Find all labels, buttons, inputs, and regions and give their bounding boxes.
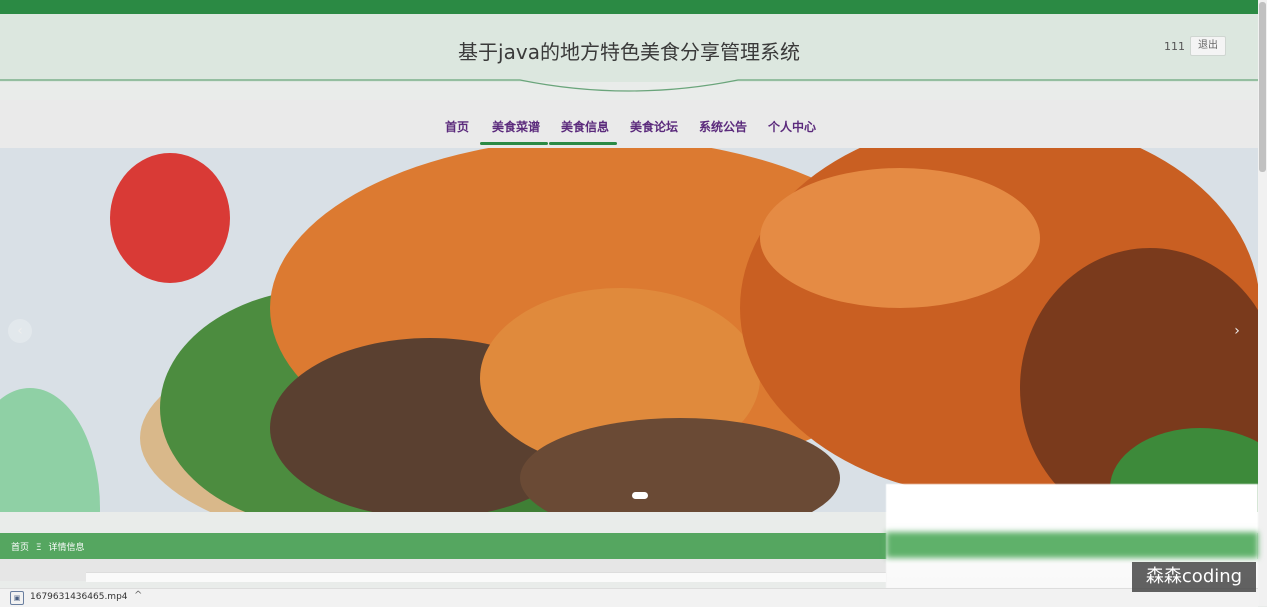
- nav-item-recipes[interactable]: 美食菜谱: [492, 118, 540, 135]
- header-wave-decoration: [0, 79, 1258, 92]
- carousel-prev-button[interactable]: ‹: [8, 319, 32, 343]
- video-file-icon: ▣: [10, 591, 24, 605]
- download-bar: ▣ 1679631436465.mp4 ^: [0, 588, 1258, 607]
- content-panel: [86, 572, 886, 582]
- nav-item-home[interactable]: 首页: [445, 118, 469, 135]
- breadcrumb: 首页 Ξ 详情信息: [11, 540, 84, 553]
- nav-item-announcements[interactable]: 系统公告: [699, 118, 747, 135]
- banner-food-image: [0, 148, 1258, 512]
- blurred-green-bar: [886, 532, 1258, 558]
- logout-button[interactable]: 退出: [1190, 36, 1226, 56]
- carousel-next-button[interactable]: ›: [1225, 319, 1249, 343]
- site-title: 基于java的地方特色美食分享管理系统: [458, 40, 800, 64]
- scrollbar-thumb[interactable]: [1259, 2, 1266, 172]
- watermark: 森森coding: [1132, 562, 1256, 592]
- nav-underline-food-info: [549, 142, 617, 145]
- nav-item-forum[interactable]: 美食论坛: [630, 118, 678, 135]
- banner-carousel[interactable]: ‹ ›: [0, 148, 1258, 512]
- breadcrumb-home[interactable]: 首页: [11, 543, 29, 553]
- username-label: 111: [1164, 40, 1185, 53]
- page-scrollbar[interactable]: [1258, 0, 1267, 606]
- download-filename[interactable]: 1679631436465.mp4: [30, 592, 128, 602]
- nav-underline-recipes: [480, 142, 548, 145]
- breadcrumb-separator-icon: Ξ: [35, 543, 42, 553]
- nav-item-personal-center[interactable]: 个人中心: [768, 118, 816, 135]
- top-accent-bar: [0, 0, 1258, 14]
- carousel-indicator-dot[interactable]: [632, 492, 648, 499]
- nav-item-food-info[interactable]: 美食信息: [561, 118, 609, 135]
- main-nav: 首页 美食菜谱 美食信息 美食论坛 系统公告 个人中心: [0, 100, 1258, 148]
- chevron-up-icon[interactable]: ^: [134, 590, 142, 601]
- breadcrumb-current: 详情信息: [48, 543, 85, 553]
- site-header: 基于java的地方特色美食分享管理系统 111 退出: [0, 14, 1258, 92]
